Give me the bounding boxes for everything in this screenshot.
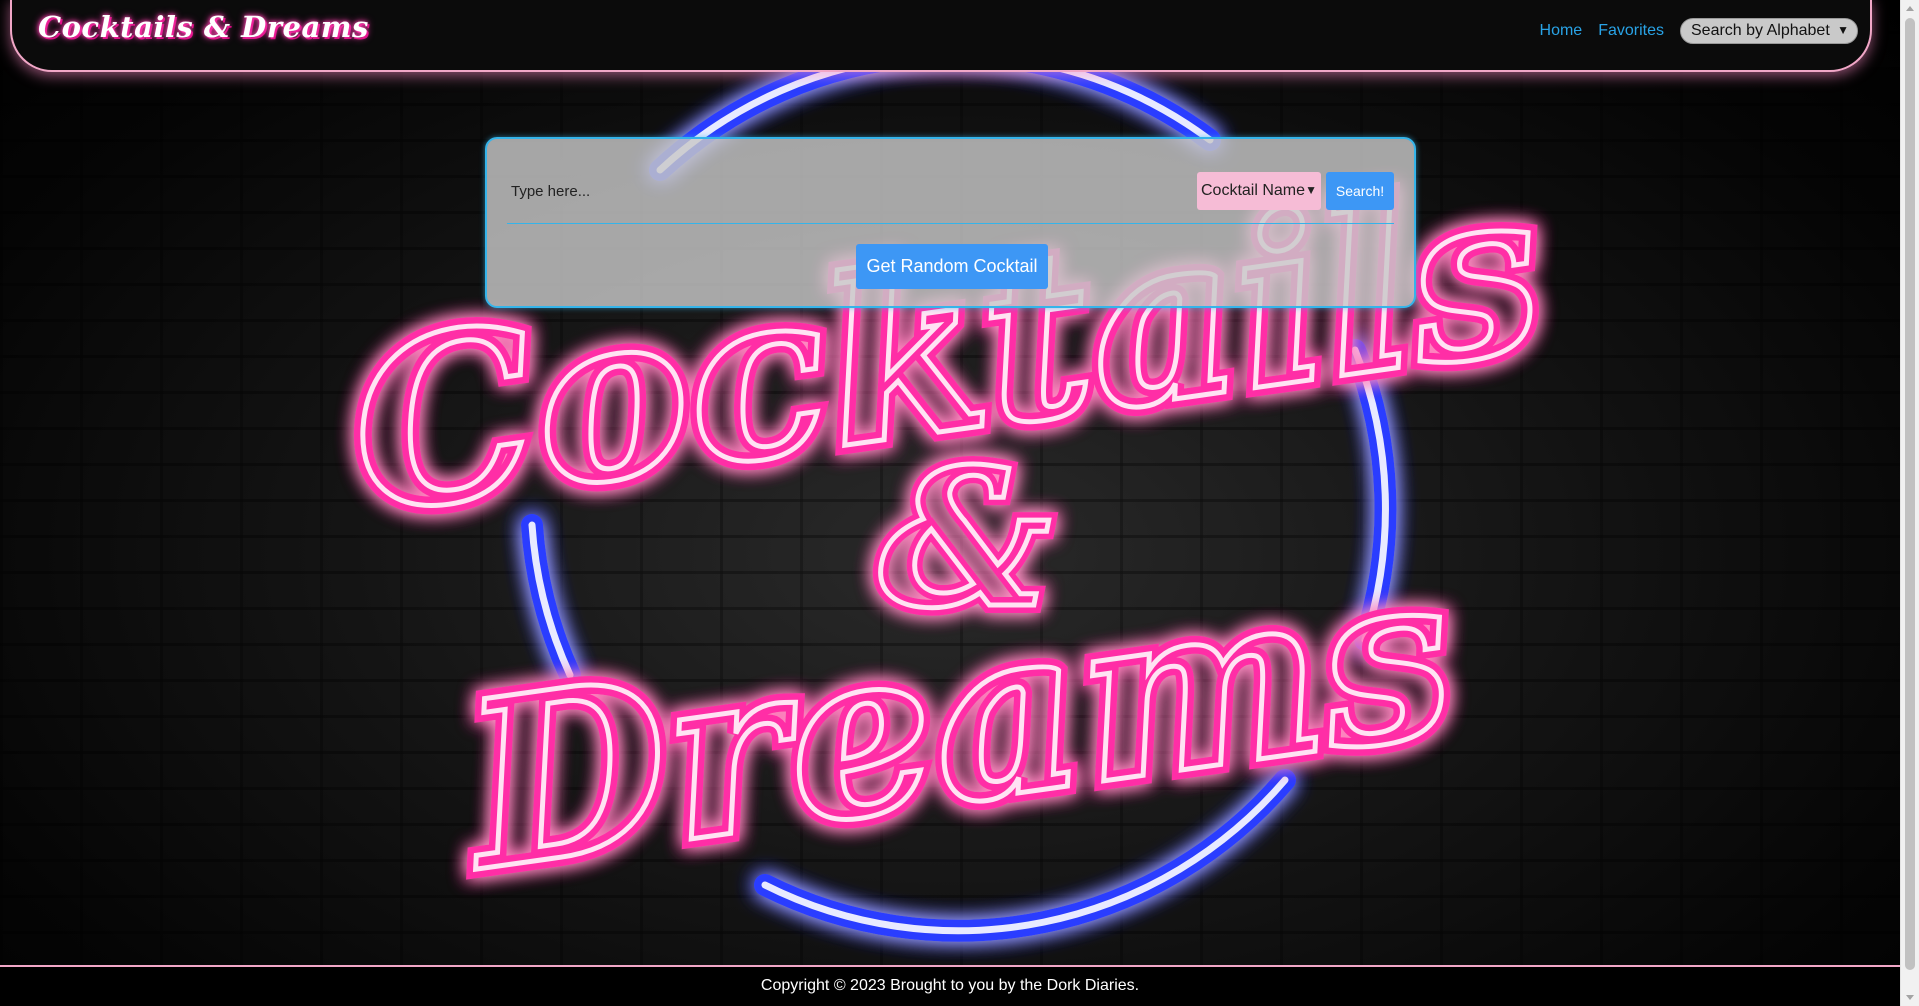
chevron-down-icon: ▼ (1305, 183, 1317, 197)
search-button[interactable]: Search! (1326, 172, 1394, 210)
divider (507, 223, 1394, 224)
brand-logo[interactable]: Cocktails & Dreams (38, 10, 369, 44)
scroll-up-icon[interactable] (1906, 6, 1914, 11)
vertical-scrollbar[interactable] (1900, 0, 1919, 1006)
search-input[interactable] (507, 173, 1180, 209)
search-type-value: Cocktail Name (1201, 182, 1306, 199)
nav-links: Home Favorites Search by Alphabet ▼ (1540, 18, 1858, 44)
copyright-text: Copyright © 2023 Brought to you by the D… (760, 977, 1140, 994)
chevron-down-icon: ▼ (1837, 23, 1849, 37)
footer: Copyright © 2023 Brought to you by the D… (0, 965, 1900, 1006)
page: Cocktails Cocktails & & Dreams Dreams Co… (0, 0, 1919, 1006)
nav-link-home[interactable]: Home (1540, 22, 1583, 40)
alphabet-select[interactable]: Search by Alphabet ▼ (1680, 18, 1858, 44)
nav-link-favorites[interactable]: Favorites (1598, 22, 1664, 40)
search-panel: Cocktail Name ▼ Search! Get Random Cockt… (485, 137, 1416, 308)
random-cocktail-button[interactable]: Get Random Cocktail (856, 244, 1048, 289)
scroll-down-icon[interactable] (1906, 995, 1914, 1000)
alphabet-select-value: Search by Alphabet (1691, 22, 1830, 39)
search-type-select[interactable]: Cocktail Name ▼ (1197, 172, 1321, 210)
scroll-thumb[interactable] (1905, 18, 1915, 970)
navbar: Cocktails & Dreams Home Favorites Search… (10, 0, 1872, 72)
